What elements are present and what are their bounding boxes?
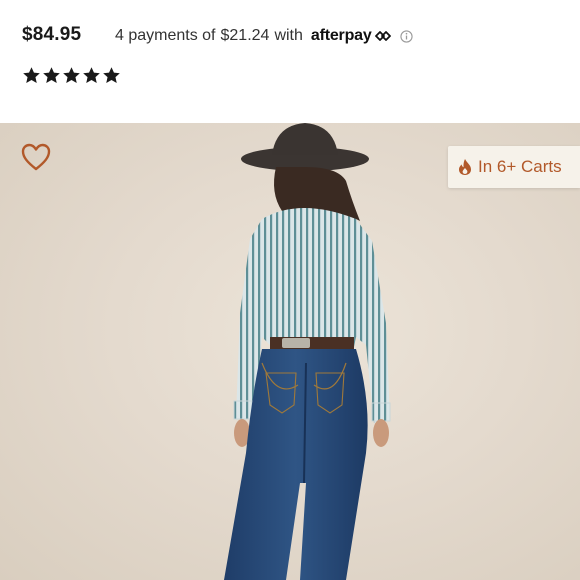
heart-outline-icon <box>21 143 51 171</box>
model-photo <box>224 123 391 580</box>
product-image[interactable] <box>0 123 580 580</box>
star-icon <box>103 67 120 84</box>
flame-icon <box>458 158 472 176</box>
afterpay-logo: afterpay <box>311 27 392 45</box>
in-carts-text: In 6+ Carts <box>478 157 562 176</box>
product-price: $84.95 <box>22 24 82 45</box>
star-icon <box>63 67 80 84</box>
afterpay-wordmark: afterpay <box>310 27 372 44</box>
wishlist-button[interactable] <box>20 142 54 174</box>
installments-with: with <box>274 27 303 44</box>
product-info: $84.95 4 payments of $21.24 with afterpa… <box>0 0 580 123</box>
star-icon <box>83 67 100 84</box>
rating-stars[interactable] <box>22 66 121 85</box>
afterpay-installments[interactable]: 4 payments of $21.24 with afterpay <box>115 27 413 45</box>
star-icon <box>23 67 40 84</box>
installment-amount: $21.24 <box>220 27 270 44</box>
in-carts-badge: In 6+ Carts <box>448 146 580 188</box>
info-icon[interactable] <box>399 29 413 43</box>
afterpay-arrows-icon <box>374 31 391 41</box>
installments-prefix: 4 payments of <box>115 27 216 44</box>
star-icon <box>43 67 60 84</box>
